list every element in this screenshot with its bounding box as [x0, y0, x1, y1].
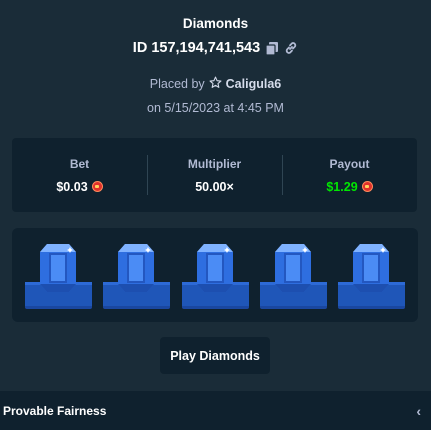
gem-tile — [103, 228, 171, 322]
link-icon[interactable] — [284, 41, 298, 55]
currency-coin-icon — [361, 181, 373, 192]
blue-diamond-icon — [40, 244, 76, 292]
bet-stat: Bet $0.03 — [12, 138, 147, 212]
bet-id: ID 157,194,741,543 — [132, 40, 261, 56]
gem-tile — [338, 228, 405, 322]
diamonds-board — [12, 228, 418, 322]
bet-stats-panel: Bet $0.03 Multiplier 50.00× Payout $1.29 — [12, 138, 417, 212]
blue-diamond-icon — [118, 244, 155, 292]
gem-tile — [25, 228, 92, 322]
multiplier-label: Multiplier — [187, 156, 242, 171]
game-title: Diamonds — [182, 16, 249, 31]
chevron-left-icon[interactable]: ‹ — [416, 403, 421, 419]
multiplier-stat: Multiplier 50.00× — [147, 138, 282, 212]
payout-label: Payout — [329, 156, 370, 171]
currency-coin-icon — [91, 181, 103, 192]
payout-stat: Payout $1.29 — [282, 138, 417, 212]
blue-diamond-icon — [196, 244, 233, 292]
placed-by-label: Placed by — [149, 77, 205, 91]
placed-by-row: Placed by Caligula6 — [0, 76, 431, 92]
bet-date: on 5/15/2023 at 4:45 PM — [147, 101, 284, 115]
payout-value-row: $1.29 — [326, 179, 373, 194]
star-icon — [209, 76, 222, 92]
bet-label: Bet — [69, 156, 90, 171]
blue-diamond-icon — [274, 244, 311, 292]
play-diamonds-button[interactable]: Play Diamonds — [160, 337, 270, 374]
username-link[interactable]: Caligula6 — [226, 77, 282, 91]
provable-fairness-toggle[interactable]: Provable Fairness ‹ — [0, 391, 431, 430]
gem-tile — [181, 228, 249, 322]
bet-id-row: ID 157,194,741,543 — [0, 40, 431, 56]
provable-fairness-label: Provable Fairness — [3, 403, 107, 418]
blue-diamond-icon — [353, 244, 389, 292]
copy-icon[interactable] — [265, 41, 279, 55]
gem-tile — [259, 228, 327, 322]
multiplier-value: 50.00× — [195, 179, 234, 194]
bet-value: $0.03 — [56, 179, 88, 194]
payout-value: $1.29 — [326, 179, 358, 194]
bet-value-row: $0.03 — [56, 179, 103, 194]
